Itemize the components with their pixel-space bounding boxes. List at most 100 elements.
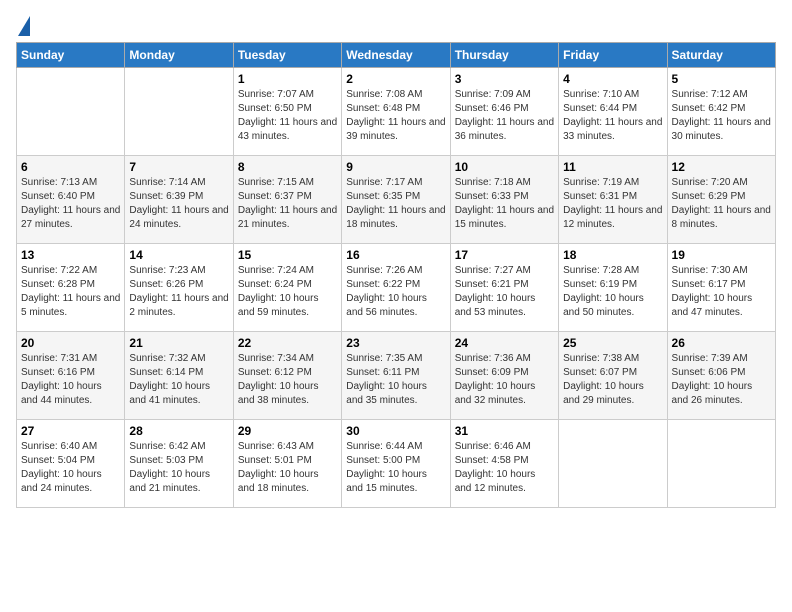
sunrise: Sunrise: 7:24 AM bbox=[238, 264, 337, 278]
day-number: 2 bbox=[346, 72, 445, 86]
cell-content: Sunrise: 6:43 AM Sunset: 5:01 PM Dayligh… bbox=[238, 440, 337, 496]
logo-triangle-icon bbox=[18, 16, 30, 36]
cell-content: Sunrise: 7:38 AM Sunset: 6:07 PM Dayligh… bbox=[563, 352, 662, 408]
cell-content: Sunrise: 7:20 AM Sunset: 6:29 PM Dayligh… bbox=[672, 176, 771, 232]
daylight: Daylight: 11 hours and 12 minutes. bbox=[563, 204, 662, 232]
calendar-week-row: 1 Sunrise: 7:07 AM Sunset: 6:50 PM Dayli… bbox=[17, 68, 776, 156]
calendar-cell: 3 Sunrise: 7:09 AM Sunset: 6:46 PM Dayli… bbox=[450, 68, 558, 156]
calendar-cell: 27 Sunrise: 6:40 AM Sunset: 5:04 PM Dayl… bbox=[17, 420, 125, 508]
weekday-header-saturday: Saturday bbox=[667, 43, 775, 68]
sunset: Sunset: 6:50 PM bbox=[238, 102, 337, 116]
day-number: 9 bbox=[346, 160, 445, 174]
sunset: Sunset: 6:35 PM bbox=[346, 190, 445, 204]
daylight: Daylight: 10 hours and 35 minutes. bbox=[346, 380, 445, 408]
cell-content: Sunrise: 7:23 AM Sunset: 6:26 PM Dayligh… bbox=[129, 264, 228, 320]
sunrise: Sunrise: 7:38 AM bbox=[563, 352, 662, 366]
cell-content: Sunrise: 7:14 AM Sunset: 6:39 PM Dayligh… bbox=[129, 176, 228, 232]
sunrise: Sunrise: 7:35 AM bbox=[346, 352, 445, 366]
cell-content: Sunrise: 7:15 AM Sunset: 6:37 PM Dayligh… bbox=[238, 176, 337, 232]
day-number: 3 bbox=[455, 72, 554, 86]
sunset: Sunset: 6:28 PM bbox=[21, 278, 120, 292]
sunrise: Sunrise: 7:32 AM bbox=[129, 352, 228, 366]
sunset: Sunset: 6:39 PM bbox=[129, 190, 228, 204]
calendar-cell: 8 Sunrise: 7:15 AM Sunset: 6:37 PM Dayli… bbox=[233, 156, 341, 244]
day-number: 6 bbox=[21, 160, 120, 174]
sunrise: Sunrise: 7:26 AM bbox=[346, 264, 445, 278]
cell-content: Sunrise: 6:46 AM Sunset: 4:58 PM Dayligh… bbox=[455, 440, 554, 496]
sunset: Sunset: 6:33 PM bbox=[455, 190, 554, 204]
daylight: Daylight: 10 hours and 56 minutes. bbox=[346, 292, 445, 320]
daylight: Daylight: 11 hours and 2 minutes. bbox=[129, 292, 228, 320]
sunrise: Sunrise: 7:13 AM bbox=[21, 176, 120, 190]
calendar-cell: 30 Sunrise: 6:44 AM Sunset: 5:00 PM Dayl… bbox=[342, 420, 450, 508]
day-number: 29 bbox=[238, 424, 337, 438]
sunrise: Sunrise: 7:39 AM bbox=[672, 352, 771, 366]
sunrise: Sunrise: 7:08 AM bbox=[346, 88, 445, 102]
sunrise: Sunrise: 7:10 AM bbox=[563, 88, 662, 102]
calendar-cell: 29 Sunrise: 6:43 AM Sunset: 5:01 PM Dayl… bbox=[233, 420, 341, 508]
sunrise: Sunrise: 6:44 AM bbox=[346, 440, 445, 454]
daylight: Daylight: 10 hours and 15 minutes. bbox=[346, 468, 445, 496]
calendar-week-row: 6 Sunrise: 7:13 AM Sunset: 6:40 PM Dayli… bbox=[17, 156, 776, 244]
sunrise: Sunrise: 6:40 AM bbox=[21, 440, 120, 454]
calendar-cell: 21 Sunrise: 7:32 AM Sunset: 6:14 PM Dayl… bbox=[125, 332, 233, 420]
sunrise: Sunrise: 7:12 AM bbox=[672, 88, 771, 102]
daylight: Daylight: 10 hours and 53 minutes. bbox=[455, 292, 554, 320]
sunset: Sunset: 5:01 PM bbox=[238, 454, 337, 468]
day-number: 20 bbox=[21, 336, 120, 350]
day-number: 18 bbox=[563, 248, 662, 262]
cell-content: Sunrise: 7:19 AM Sunset: 6:31 PM Dayligh… bbox=[563, 176, 662, 232]
day-number: 4 bbox=[563, 72, 662, 86]
sunset: Sunset: 6:31 PM bbox=[563, 190, 662, 204]
sunrise: Sunrise: 7:27 AM bbox=[455, 264, 554, 278]
calendar-cell: 1 Sunrise: 7:07 AM Sunset: 6:50 PM Dayli… bbox=[233, 68, 341, 156]
daylight: Daylight: 10 hours and 12 minutes. bbox=[455, 468, 554, 496]
day-number: 25 bbox=[563, 336, 662, 350]
cell-content: Sunrise: 7:24 AM Sunset: 6:24 PM Dayligh… bbox=[238, 264, 337, 320]
cell-content: Sunrise: 7:32 AM Sunset: 6:14 PM Dayligh… bbox=[129, 352, 228, 408]
day-number: 28 bbox=[129, 424, 228, 438]
cell-content: Sunrise: 7:39 AM Sunset: 6:06 PM Dayligh… bbox=[672, 352, 771, 408]
calendar-cell bbox=[125, 68, 233, 156]
day-number: 14 bbox=[129, 248, 228, 262]
cell-content: Sunrise: 6:44 AM Sunset: 5:00 PM Dayligh… bbox=[346, 440, 445, 496]
sunset: Sunset: 6:46 PM bbox=[455, 102, 554, 116]
sunrise: Sunrise: 7:07 AM bbox=[238, 88, 337, 102]
calendar-cell: 7 Sunrise: 7:14 AM Sunset: 6:39 PM Dayli… bbox=[125, 156, 233, 244]
cell-content: Sunrise: 6:40 AM Sunset: 5:04 PM Dayligh… bbox=[21, 440, 120, 496]
cell-content: Sunrise: 7:17 AM Sunset: 6:35 PM Dayligh… bbox=[346, 176, 445, 232]
day-number: 23 bbox=[346, 336, 445, 350]
daylight: Daylight: 10 hours and 24 minutes. bbox=[21, 468, 120, 496]
sunset: Sunset: 6:44 PM bbox=[563, 102, 662, 116]
day-number: 30 bbox=[346, 424, 445, 438]
calendar-cell: 10 Sunrise: 7:18 AM Sunset: 6:33 PM Dayl… bbox=[450, 156, 558, 244]
daylight: Daylight: 10 hours and 29 minutes. bbox=[563, 380, 662, 408]
weekday-header-sunday: Sunday bbox=[17, 43, 125, 68]
sunset: Sunset: 6:06 PM bbox=[672, 366, 771, 380]
day-number: 26 bbox=[672, 336, 771, 350]
calendar-cell: 28 Sunrise: 6:42 AM Sunset: 5:03 PM Dayl… bbox=[125, 420, 233, 508]
day-number: 8 bbox=[238, 160, 337, 174]
daylight: Daylight: 11 hours and 30 minutes. bbox=[672, 116, 771, 144]
sunrise: Sunrise: 6:46 AM bbox=[455, 440, 554, 454]
sunset: Sunset: 4:58 PM bbox=[455, 454, 554, 468]
calendar-cell: 9 Sunrise: 7:17 AM Sunset: 6:35 PM Dayli… bbox=[342, 156, 450, 244]
sunset: Sunset: 6:09 PM bbox=[455, 366, 554, 380]
sunrise: Sunrise: 6:43 AM bbox=[238, 440, 337, 454]
calendar-cell: 22 Sunrise: 7:34 AM Sunset: 6:12 PM Dayl… bbox=[233, 332, 341, 420]
day-number: 5 bbox=[672, 72, 771, 86]
cell-content: Sunrise: 7:27 AM Sunset: 6:21 PM Dayligh… bbox=[455, 264, 554, 320]
sunrise: Sunrise: 7:28 AM bbox=[563, 264, 662, 278]
day-number: 19 bbox=[672, 248, 771, 262]
sunrise: Sunrise: 7:31 AM bbox=[21, 352, 120, 366]
daylight: Daylight: 10 hours and 47 minutes. bbox=[672, 292, 771, 320]
calendar-cell: 2 Sunrise: 7:08 AM Sunset: 6:48 PM Dayli… bbox=[342, 68, 450, 156]
calendar-cell: 18 Sunrise: 7:28 AM Sunset: 6:19 PM Dayl… bbox=[559, 244, 667, 332]
sunset: Sunset: 6:17 PM bbox=[672, 278, 771, 292]
sunset: Sunset: 6:24 PM bbox=[238, 278, 337, 292]
cell-content: Sunrise: 7:13 AM Sunset: 6:40 PM Dayligh… bbox=[21, 176, 120, 232]
daylight: Daylight: 10 hours and 44 minutes. bbox=[21, 380, 120, 408]
daylight: Daylight: 11 hours and 36 minutes. bbox=[455, 116, 554, 144]
sunset: Sunset: 5:03 PM bbox=[129, 454, 228, 468]
sunset: Sunset: 6:42 PM bbox=[672, 102, 771, 116]
